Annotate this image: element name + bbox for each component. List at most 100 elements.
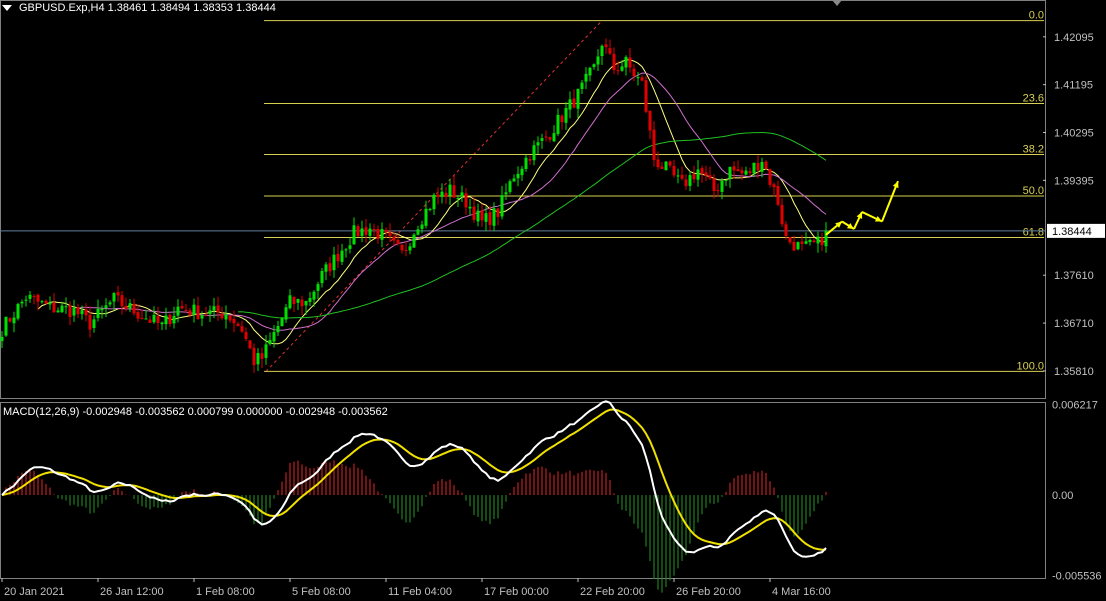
candle bbox=[288, 289, 292, 310]
candle bbox=[28, 290, 32, 303]
trading-chart[interactable]: 0.023.638.250.061.8100.0 1.420951.411951… bbox=[0, 0, 1106, 601]
candle-body bbox=[332, 254, 336, 271]
candle-body bbox=[812, 240, 816, 243]
candle-body bbox=[80, 310, 84, 315]
projection-arrows[interactable] bbox=[825, 180, 899, 236]
main-frame bbox=[0, 0, 1046, 399]
candle bbox=[320, 268, 324, 288]
candle bbox=[356, 224, 360, 237]
candle bbox=[824, 222, 828, 253]
candle bbox=[204, 306, 208, 317]
symbol-label: GBPUSD.Exp,H4 bbox=[19, 2, 105, 14]
candle bbox=[500, 185, 504, 220]
candle bbox=[664, 160, 668, 171]
candle bbox=[640, 75, 644, 82]
candle-body bbox=[468, 206, 472, 209]
candle bbox=[508, 179, 512, 195]
candle-body bbox=[24, 299, 28, 301]
macd-main-line bbox=[1, 400, 827, 558]
candle bbox=[292, 296, 296, 312]
price-tick-label: 1.37610 bbox=[1054, 270, 1094, 282]
candle bbox=[644, 76, 648, 114]
candle bbox=[56, 307, 60, 313]
candle bbox=[688, 171, 692, 192]
symbol-header[interactable]: GBPUSD.Exp,H4 1.38461 1.38494 1.38353 1.… bbox=[2, 2, 276, 14]
candle bbox=[748, 167, 752, 176]
projection-arrow[interactable] bbox=[853, 211, 863, 230]
candle-body bbox=[644, 80, 648, 112]
candle bbox=[672, 159, 676, 178]
candle bbox=[76, 303, 80, 319]
candle bbox=[8, 317, 12, 323]
candle-body bbox=[788, 236, 792, 243]
time-tick-label: 26 Jan 12:00 bbox=[100, 586, 164, 598]
candle-body bbox=[232, 318, 236, 324]
candle-body bbox=[96, 308, 100, 318]
candle-body bbox=[456, 198, 460, 200]
candle-body bbox=[28, 294, 32, 299]
time-tick-label: 17 Feb 00:00 bbox=[484, 586, 549, 598]
candle-body bbox=[632, 68, 636, 77]
candle-body bbox=[552, 133, 556, 142]
candle bbox=[4, 316, 8, 337]
candle-body bbox=[408, 246, 412, 251]
candle bbox=[120, 291, 124, 315]
main-panel[interactable] bbox=[0, 0, 1046, 579]
candle bbox=[260, 347, 264, 369]
candle bbox=[72, 299, 76, 322]
candle-body bbox=[316, 284, 320, 291]
projection-arrow[interactable] bbox=[861, 211, 883, 223]
candlesticks bbox=[0, 38, 828, 373]
current-price-label: 1.38444 bbox=[1052, 226, 1092, 238]
candle bbox=[224, 305, 228, 329]
price-axis[interactable]: 1.42095 1.41195 1.40295 1.39395 1.38444 1.376… bbox=[1043, 32, 1105, 583]
time-tick-label: 5 Feb 08:00 bbox=[292, 586, 351, 598]
candle-body bbox=[700, 168, 704, 174]
candle-body bbox=[300, 299, 304, 307]
candle-body bbox=[480, 210, 484, 221]
candle-body bbox=[244, 332, 248, 340]
candle-body bbox=[248, 340, 252, 349]
candle bbox=[680, 166, 684, 181]
chart-shift-marker-icon[interactable] bbox=[832, 0, 842, 6]
candle-body bbox=[688, 175, 692, 186]
candle-body bbox=[120, 295, 124, 307]
fib-level-label: 50.0 bbox=[1023, 185, 1044, 197]
candle-body bbox=[344, 249, 348, 251]
candle-body bbox=[192, 304, 196, 315]
candle-body bbox=[200, 315, 204, 319]
candle bbox=[544, 130, 548, 142]
candle-body bbox=[816, 236, 820, 244]
candle-body bbox=[384, 229, 388, 233]
candle-body bbox=[272, 332, 276, 342]
candle bbox=[244, 327, 248, 342]
candle bbox=[808, 238, 812, 246]
macd-panel[interactable] bbox=[1, 400, 827, 593]
candle-body bbox=[680, 174, 684, 179]
candle-body bbox=[436, 194, 440, 197]
candle-body bbox=[160, 322, 164, 325]
candle bbox=[520, 165, 524, 182]
candle bbox=[532, 140, 536, 166]
candle bbox=[648, 110, 652, 140]
price-tick-label: 1.42095 bbox=[1054, 32, 1094, 44]
candle bbox=[592, 63, 596, 70]
candle-body bbox=[664, 161, 668, 171]
candle-body bbox=[152, 314, 156, 323]
candle bbox=[524, 154, 528, 172]
candle-body bbox=[16, 303, 20, 319]
candle bbox=[140, 309, 144, 320]
dropdown-triangle-icon[interactable] bbox=[2, 5, 12, 11]
projection-arrow[interactable] bbox=[841, 220, 855, 230]
candle bbox=[308, 291, 312, 306]
projection-arrow[interactable] bbox=[881, 180, 899, 222]
candle-body bbox=[520, 168, 524, 176]
candle-body bbox=[780, 204, 784, 225]
candle-body bbox=[672, 165, 676, 176]
candle bbox=[608, 39, 612, 56]
time-axis[interactable]: 20 Jan 2021 26 Jan 12:00 1 Feb 08:00 5 Feb … bbox=[1, 578, 831, 598]
projection-arrow[interactable] bbox=[825, 220, 843, 236]
candle-body bbox=[8, 318, 12, 322]
candle-body bbox=[404, 249, 408, 251]
candle-body bbox=[484, 213, 488, 222]
